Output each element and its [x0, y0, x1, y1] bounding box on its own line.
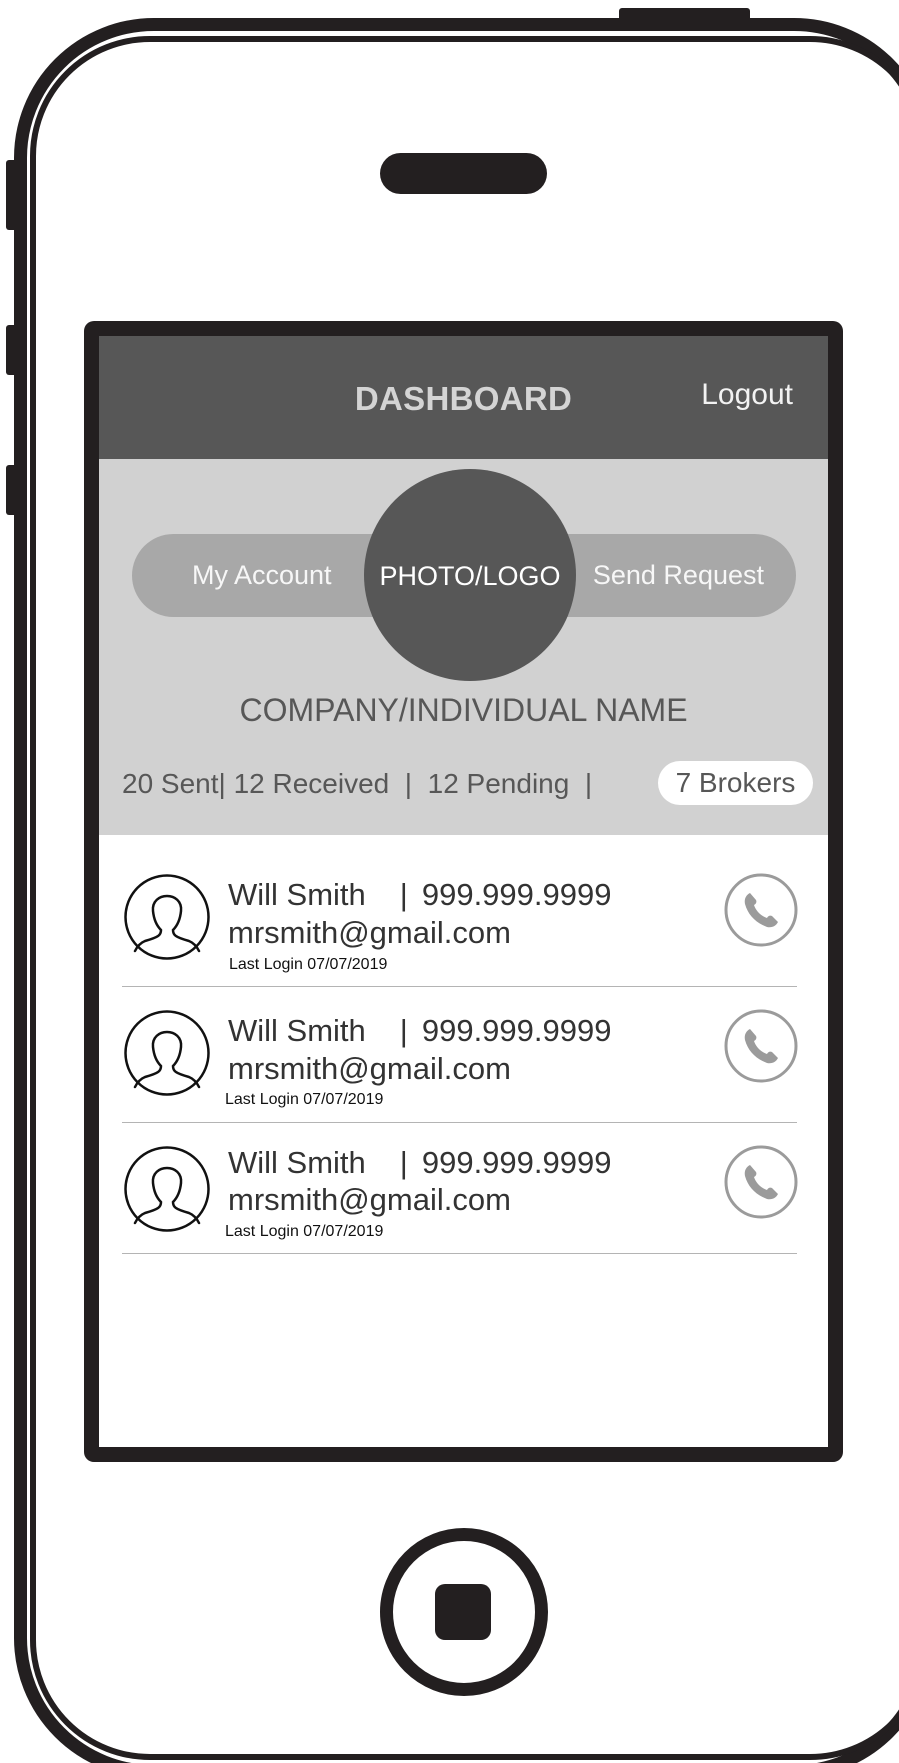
phone-icon[interactable] — [724, 873, 798, 947]
user-silhouette-icon — [124, 1010, 210, 1096]
contact-name-phone: Will Smith | 999.999.9999 — [228, 1145, 611, 1181]
last-login: Last Login 07/07/2019 — [225, 1091, 384, 1108]
separator: | — [399, 877, 408, 912]
user-silhouette-icon — [124, 874, 210, 960]
my-account-button[interactable]: My Account — [192, 534, 332, 617]
earpiece-speaker — [380, 153, 547, 194]
contact-phone: 999.999.9999 — [421, 1145, 612, 1180]
profile-panel: My Account Send Request PHOTO/LOGO COMPA… — [99, 459, 828, 835]
contact-name: Will Smith — [228, 1013, 366, 1048]
request-stats: 20 Sent| 12 Received | 12 Pending | — [122, 768, 593, 799]
last-login: Last Login 07/07/2019 — [225, 1223, 384, 1240]
phone-icon[interactable] — [724, 1145, 798, 1219]
app-header: DASHBOARD Logout — [99, 336, 828, 459]
send-request-button[interactable]: Send Request — [593, 534, 764, 617]
contact-email: mrsmith@gmail.com — [228, 915, 511, 950]
mute-switch — [6, 160, 20, 230]
contact-row[interactable]: Will Smith | 999.999.9999 mrsmith@gmail.co… — [122, 987, 798, 1123]
logout-button[interactable]: Logout — [701, 378, 793, 412]
volume-up-button — [6, 325, 20, 375]
contact-name-phone: Will Smith | 999.999.9999 — [228, 877, 611, 913]
volume-down-button — [6, 465, 20, 515]
separator: | — [399, 1145, 408, 1180]
contact-name: Will Smith — [228, 877, 366, 912]
app-screen: DASHBOARD Logout My Account Send Request… — [84, 321, 843, 1462]
contact-phone: 999.999.9999 — [421, 1013, 612, 1048]
company-name: COMPANY/INDIVIDUAL NAME — [239, 692, 688, 728]
profile-photo[interactable]: PHOTO/LOGO — [364, 469, 576, 681]
contact-row[interactable]: Will Smith | 999.999.9999 mrsmith@gmail.co… — [122, 835, 798, 987]
contact-name: Will Smith — [228, 1145, 366, 1180]
contact-name-phone: Will Smith | 999.999.9999 — [228, 1013, 611, 1049]
user-silhouette-icon — [124, 1146, 210, 1232]
contact-email: mrsmith@gmail.com — [228, 1051, 511, 1086]
contact-email: mrsmith@gmail.com — [228, 1182, 511, 1217]
power-button — [619, 8, 750, 24]
home-button-icon — [435, 1584, 491, 1640]
last-login: Last Login 07/07/2019 — [229, 956, 388, 973]
contact-phone: 999.999.9999 — [421, 877, 612, 912]
photo-label: PHOTO/LOGO — [379, 561, 561, 591]
separator: | — [399, 1013, 408, 1048]
phone-icon[interactable] — [724, 1009, 798, 1083]
brokers-badge[interactable]: 7 Brokers — [658, 761, 813, 805]
contact-row[interactable]: Will Smith | 999.999.9999 mrsmith@gmail.co… — [122, 1123, 798, 1254]
